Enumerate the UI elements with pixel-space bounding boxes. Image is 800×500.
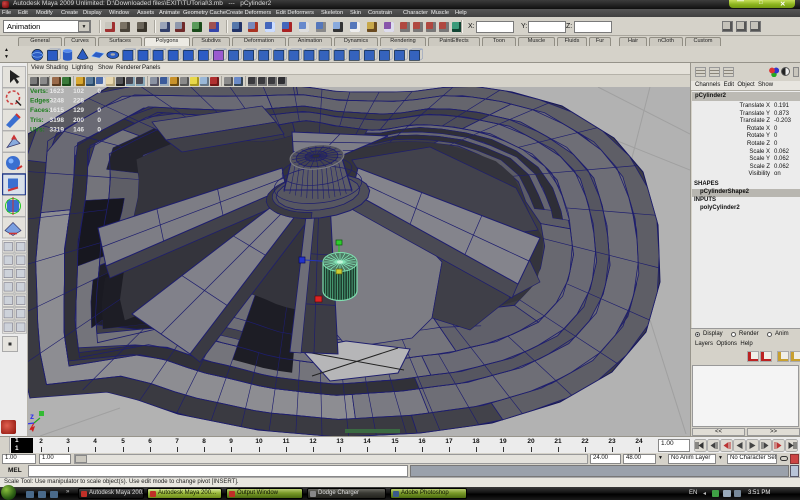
svg-text:102: 102 [73, 88, 84, 95]
svg-text:Tris:: Tris: [30, 117, 44, 124]
svg-text:1623: 1623 [50, 88, 65, 95]
svg-text:0: 0 [97, 117, 101, 124]
svg-text:200: 200 [73, 117, 84, 124]
svg-text:129: 129 [73, 107, 84, 114]
svg-text:3248: 3248 [50, 98, 65, 105]
svg-text:0: 0 [97, 88, 101, 95]
svg-text:0: 0 [97, 107, 101, 114]
svg-text:3198: 3198 [50, 117, 65, 124]
svg-text:Faces:: Faces: [30, 107, 51, 114]
svg-text:Edges:: Edges: [30, 98, 52, 105]
svg-text:228: 228 [73, 98, 84, 105]
svg-text:0: 0 [97, 126, 101, 133]
svg-text:1615: 1615 [50, 107, 65, 114]
svg-text:3319: 3319 [50, 126, 65, 133]
svg-text:z: z [30, 412, 34, 421]
svg-text:Verts:: Verts: [30, 88, 48, 95]
svg-text:UVs:: UVs: [30, 126, 45, 133]
svg-text:146: 146 [73, 126, 84, 133]
